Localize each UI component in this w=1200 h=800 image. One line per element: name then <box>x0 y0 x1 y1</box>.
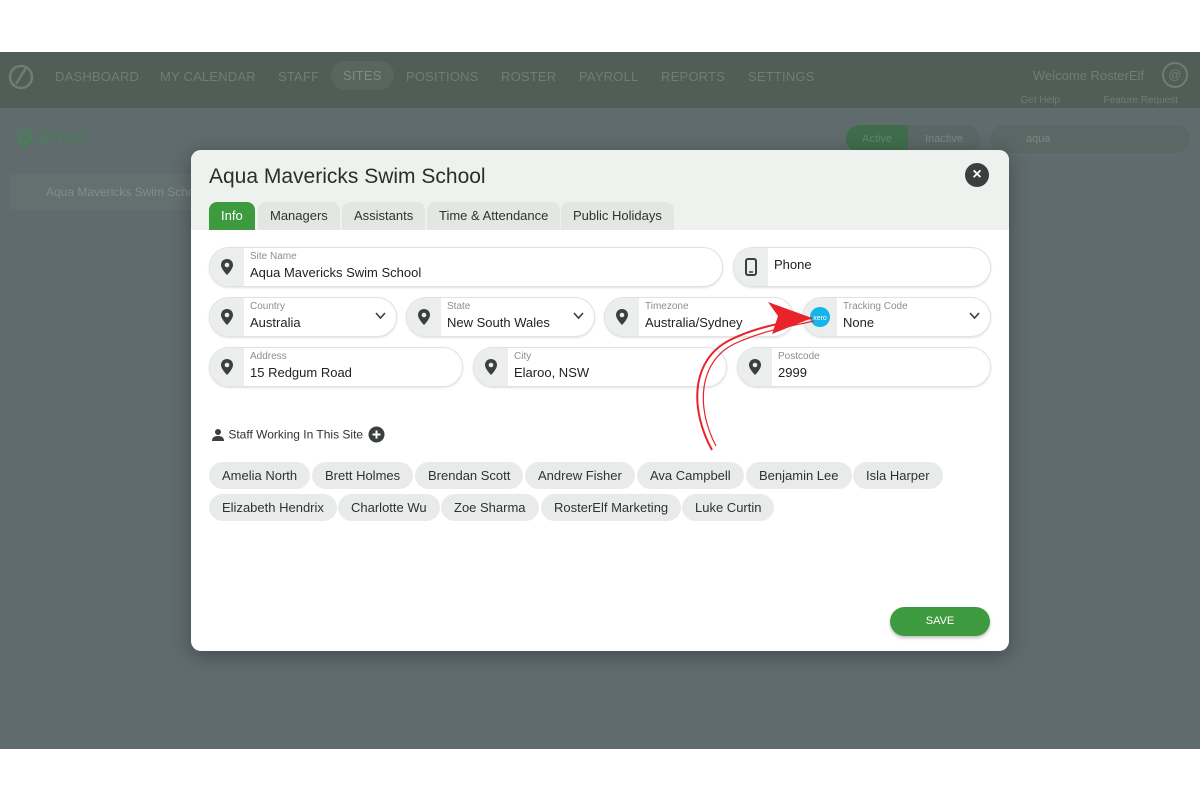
sites-list-item[interactable]: Aqua Mavericks Swim School <box>10 174 198 210</box>
nav-positions[interactable]: POSITIONS <box>406 69 479 84</box>
filter-active-toggle[interactable]: Active <box>846 125 908 153</box>
map-pin-icon <box>210 298 244 336</box>
staff-chip[interactable]: Brendan Scott <box>415 462 524 489</box>
nav-roster[interactable]: ROSTER <box>501 69 556 84</box>
tab-assistants[interactable]: Assistants <box>342 202 426 230</box>
address-label: Address <box>250 351 287 362</box>
close-icon: × <box>972 166 982 183</box>
staff-chip[interactable]: Andrew Fisher <box>525 462 635 489</box>
postcode-field[interactable]: Postcode 2999 <box>737 347 991 387</box>
tracking-code-value: None <box>843 315 875 330</box>
chevron-down-icon <box>375 312 386 320</box>
phone-field[interactable]: Phone <box>733 247 991 287</box>
map-pin-icon <box>407 298 441 336</box>
close-button[interactable]: × <box>965 163 989 187</box>
filter-inactive-toggle[interactable]: Inactive <box>908 125 980 153</box>
staff-chip[interactable]: Zoe Sharma <box>441 494 539 521</box>
nav-settings[interactable]: SETTINGS <box>748 69 815 84</box>
staff-chip[interactable]: Benjamin Lee <box>746 462 852 489</box>
rosterelf-logo-icon <box>8 64 34 90</box>
site-name-field[interactable]: Site Name Aqua Mavericks Swim School <box>209 247 723 287</box>
top-navigation: DASHBOARD MY CALENDAR STAFF SITES POSITI… <box>0 52 1200 108</box>
staff-heading-text: Staff Working In This Site <box>228 427 364 442</box>
state-label: State <box>447 301 471 312</box>
timezone-select[interactable]: Timezone Australia/Sydney <box>604 297 794 337</box>
staff-chip[interactable]: Luke Curtin <box>682 494 775 521</box>
staff-chip[interactable]: Brett Holmes <box>312 462 414 489</box>
phone-placeholder: Phone <box>774 257 812 272</box>
modal-title: Aqua Mavericks Swim School <box>209 165 486 188</box>
site-edit-modal: Aqua Mavericks Swim School × Info Manage… <box>191 150 1009 651</box>
state-select[interactable]: State New South Wales <box>406 297 595 337</box>
map-pin-icon <box>210 248 244 286</box>
staff-section-heading: Staff Working In This Site <box>211 426 385 443</box>
city-field[interactable]: City Elaroo, NSW <box>473 347 727 387</box>
address-value: 15 Redgum Road <box>250 365 352 380</box>
nav-dashboard[interactable]: DASHBOARD <box>55 69 139 84</box>
chevron-down-icon <box>573 312 584 320</box>
timezone-label: Timezone <box>645 301 689 312</box>
person-icon <box>212 428 224 441</box>
nav-reports[interactable]: REPORTS <box>661 69 725 84</box>
tracking-code-label: Tracking Code <box>843 301 908 312</box>
welcome-text: Welcome RosterElf <box>1032 68 1144 83</box>
add-staff-icon[interactable] <box>368 426 385 443</box>
get-help-link[interactable]: Get Help <box>1021 95 1060 106</box>
staff-chip[interactable]: Ava Campbell <box>637 462 744 489</box>
postcode-value: 2999 <box>778 365 807 380</box>
nav-staff[interactable]: STAFF <box>278 69 319 84</box>
phone-icon <box>734 248 768 286</box>
avatar[interactable]: @ <box>1162 62 1188 88</box>
site-name-value: Aqua Mavericks Swim School <box>250 265 422 280</box>
sites-search-input[interactable]: aqua <box>990 125 1190 153</box>
country-value: Australia <box>250 315 301 330</box>
svg-text:xero: xero <box>813 315 827 322</box>
feature-request-link[interactable]: Feature Request <box>1104 95 1179 106</box>
state-value: New South Wales <box>447 315 550 330</box>
nav-my-calendar[interactable]: MY CALENDAR <box>160 69 256 84</box>
timezone-value: Australia/Sydney <box>645 315 743 330</box>
page-title: SITES <box>16 128 88 150</box>
nav-sites[interactable]: SITES <box>331 61 394 90</box>
map-pin-icon <box>605 298 639 336</box>
city-label: City <box>514 351 532 362</box>
nav-payroll[interactable]: PAYROLL <box>579 69 638 84</box>
staff-chip[interactable]: Elizabeth Hendrix <box>209 494 337 521</box>
save-button[interactable]: SAVE <box>890 607 990 636</box>
tab-time-attendance[interactable]: Time & Attendance <box>427 202 561 230</box>
xero-icon: xero <box>803 298 837 336</box>
tracking-code-select[interactable]: xero Tracking Code None <box>802 297 991 337</box>
tab-managers[interactable]: Managers <box>258 202 340 230</box>
tab-info[interactable]: Info <box>209 202 255 230</box>
staff-chip[interactable]: Charlotte Wu <box>338 494 440 521</box>
map-pin-icon <box>17 129 33 149</box>
staff-chip[interactable]: Amelia North <box>209 462 311 489</box>
map-pin-icon <box>474 348 508 386</box>
site-name-label: Site Name <box>250 251 297 262</box>
tab-public-holidays[interactable]: Public Holidays <box>561 202 674 230</box>
postcode-label: Postcode <box>778 351 820 362</box>
country-select[interactable]: Country Australia <box>209 297 397 337</box>
staff-chip[interactable]: Isla Harper <box>853 462 943 489</box>
staff-chip[interactable]: RosterElf Marketing <box>541 494 682 521</box>
city-value: Elaroo, NSW <box>514 365 590 380</box>
address-field[interactable]: Address 15 Redgum Road <box>209 347 463 387</box>
map-pin-icon <box>210 348 244 386</box>
country-label: Country <box>250 301 286 312</box>
map-pin-icon <box>738 348 772 386</box>
chevron-down-icon <box>969 312 980 320</box>
modal-header: Aqua Mavericks Swim School × Info Manage… <box>191 150 1009 230</box>
